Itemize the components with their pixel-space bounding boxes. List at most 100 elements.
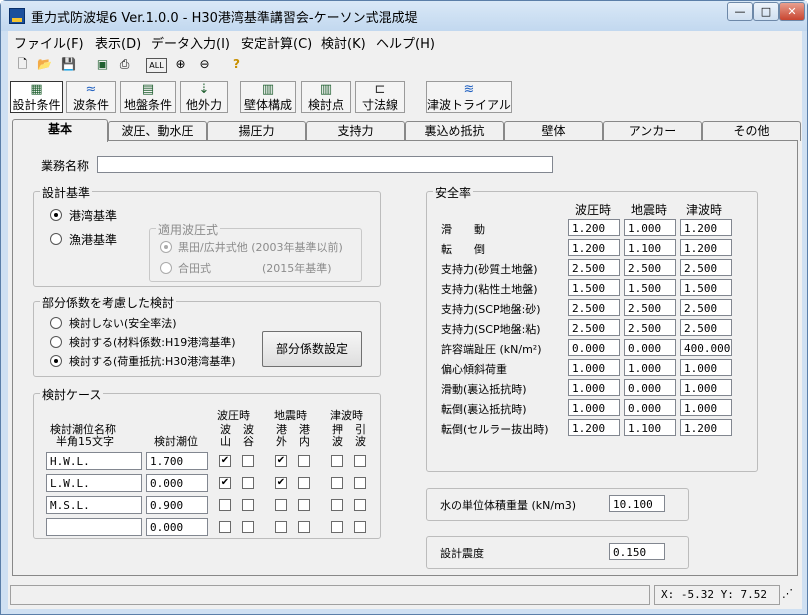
case-checkbox[interactable] xyxy=(331,477,343,489)
case-checkbox[interactable]: ✔ xyxy=(219,455,231,467)
case-checkbox[interactable] xyxy=(331,455,343,467)
tide-name-input[interactable]: M.S.L. xyxy=(46,496,142,514)
safety-value-input[interactable]: 1.200 xyxy=(568,239,620,256)
zoom-out-icon[interactable]: ⊖ xyxy=(194,55,215,76)
safety-value-input[interactable]: 0.000 xyxy=(624,399,676,416)
preview-icon[interactable]: ▣ xyxy=(92,55,113,76)
fishing-port-standard-radio[interactable] xyxy=(50,233,62,245)
tide-level-input[interactable]: 0.900 xyxy=(146,496,208,514)
case-checkbox[interactable] xyxy=(275,499,287,511)
tide-level-input[interactable]: 0.000 xyxy=(146,518,208,536)
safety-value-input[interactable]: 2.500 xyxy=(568,299,620,316)
case-checkbox[interactable] xyxy=(354,477,366,489)
safety-value-input[interactable]: 1.000 xyxy=(680,399,732,416)
safety-value-input[interactable]: 1.200 xyxy=(680,239,732,256)
safety-value-input[interactable]: 2.500 xyxy=(624,299,676,316)
new-file-icon[interactable]: 🗋 xyxy=(12,55,33,76)
zoom-in-icon[interactable]: ⊕ xyxy=(170,55,191,76)
port-standard-radio[interactable] xyxy=(50,209,62,221)
no-partial-radio[interactable] xyxy=(50,317,62,329)
safety-value-input[interactable]: 1.000 xyxy=(624,359,676,376)
tide-level-input[interactable]: 0.000 xyxy=(146,474,208,492)
safety-value-input[interactable]: 1.200 xyxy=(568,419,620,436)
menu-stability-calc[interactable]: 安定計算(C) xyxy=(241,33,312,52)
safety-value-input[interactable]: 1.200 xyxy=(568,219,620,236)
tide-name-input[interactable]: L.W.L. xyxy=(46,474,142,492)
tide-name-input[interactable] xyxy=(46,518,142,536)
water-unit-weight-input[interactable]: 10.100 xyxy=(609,495,665,512)
design-seismic-input[interactable]: 0.150 xyxy=(609,543,665,560)
safety-value-input[interactable]: 2.500 xyxy=(624,259,676,276)
tsunami-trial-button[interactable]: ≋ 津波トライアル xyxy=(426,81,512,113)
safety-value-input[interactable]: 2.500 xyxy=(680,319,732,336)
case-checkbox[interactable] xyxy=(298,455,310,467)
case-checkbox[interactable]: ✔ xyxy=(275,455,287,467)
safety-value-input[interactable]: 400.000 xyxy=(680,339,732,356)
tab-wave-pressure[interactable]: 波圧、動水圧 xyxy=(108,121,207,141)
safety-value-input[interactable]: 2.500 xyxy=(624,319,676,336)
safety-value-input[interactable]: 1.100 xyxy=(624,419,676,436)
all-view-icon[interactable]: ALL xyxy=(146,58,167,73)
case-checkbox[interactable] xyxy=(354,455,366,467)
safety-value-input[interactable]: 1.000 xyxy=(624,219,676,236)
dimension-lines-button[interactable]: ⊏ 寸法線 xyxy=(355,81,405,113)
safety-value-input[interactable]: 1.200 xyxy=(680,419,732,436)
tide-level-input[interactable]: 1.700 xyxy=(146,452,208,470)
check-points-button[interactable]: ▥ 検討点 xyxy=(301,81,351,113)
safety-value-input[interactable]: 1.000 xyxy=(568,399,620,416)
case-checkbox[interactable] xyxy=(298,477,310,489)
wave-conditions-button[interactable]: ≈ 波条件 xyxy=(66,81,116,113)
material-factor-radio[interactable] xyxy=(50,336,62,348)
partial-factor-settings-button[interactable]: 部分係数設定 xyxy=(262,331,362,367)
load-resistance-radio[interactable] xyxy=(50,355,62,367)
open-folder-icon[interactable]: 📂 xyxy=(34,55,55,76)
menu-data-input[interactable]: データ入力(I) xyxy=(151,33,230,52)
design-conditions-button[interactable]: ▦ 設計条件 xyxy=(10,81,63,113)
case-checkbox[interactable]: ✔ xyxy=(219,477,231,489)
case-checkbox[interactable] xyxy=(242,477,254,489)
safety-value-input[interactable]: 2.500 xyxy=(680,259,732,276)
print-icon[interactable]: ⎙ xyxy=(114,55,135,76)
minimize-button[interactable]: — xyxy=(727,2,753,21)
safety-value-input[interactable]: 1.000 xyxy=(568,359,620,376)
goda-radio[interactable] xyxy=(160,262,172,274)
menu-view[interactable]: 表示(D) xyxy=(95,33,141,52)
safety-value-input[interactable]: 1.200 xyxy=(680,219,732,236)
save-icon[interactable]: 💾 xyxy=(58,55,79,76)
close-button[interactable]: ✕ xyxy=(779,2,805,21)
safety-value-input[interactable]: 1.000 xyxy=(680,379,732,396)
ground-conditions-button[interactable]: ▤ 地盤条件 xyxy=(120,81,176,113)
case-checkbox[interactable] xyxy=(298,499,310,511)
wall-structure-button[interactable]: ▥ 壁体構成 xyxy=(240,81,296,113)
case-checkbox[interactable] xyxy=(219,521,231,533)
safety-value-input[interactable]: 1.000 xyxy=(568,379,620,396)
resize-grip-icon[interactable]: ⋰ xyxy=(782,585,800,605)
safety-value-input[interactable]: 0.000 xyxy=(568,339,620,356)
project-name-input[interactable] xyxy=(97,156,553,173)
tab-wall[interactable]: 壁体 xyxy=(504,121,603,141)
case-checkbox[interactable] xyxy=(242,521,254,533)
menu-review[interactable]: 検討(K) xyxy=(321,33,366,52)
safety-value-input[interactable]: 1.500 xyxy=(624,279,676,296)
tab-anchor[interactable]: アンカー xyxy=(603,121,702,141)
case-checkbox[interactable] xyxy=(331,521,343,533)
tab-bearing[interactable]: 支持力 xyxy=(306,121,405,141)
tab-backfill[interactable]: 裏込め抵抗 xyxy=(405,121,504,141)
case-checkbox[interactable] xyxy=(354,521,366,533)
case-checkbox[interactable] xyxy=(219,499,231,511)
help-icon[interactable]: ? xyxy=(226,55,247,76)
case-checkbox[interactable] xyxy=(242,499,254,511)
safety-value-input[interactable]: 1.500 xyxy=(568,279,620,296)
safety-value-input[interactable]: 2.500 xyxy=(680,299,732,316)
menu-help[interactable]: ヘルプ(H) xyxy=(376,33,435,52)
tide-name-input[interactable]: H.W.L. xyxy=(46,452,142,470)
case-checkbox[interactable] xyxy=(331,499,343,511)
safety-value-input[interactable]: 1.500 xyxy=(680,279,732,296)
tab-basic[interactable]: 基本 xyxy=(12,119,108,142)
kuroda-hiroi-radio[interactable] xyxy=(160,241,172,253)
menu-file[interactable]: ファイル(F) xyxy=(14,33,84,52)
case-checkbox[interactable] xyxy=(275,521,287,533)
safety-value-input[interactable]: 1.100 xyxy=(624,239,676,256)
safety-value-input[interactable]: 2.500 xyxy=(568,319,620,336)
other-forces-button[interactable]: ⇣ 他外力 xyxy=(180,81,228,113)
